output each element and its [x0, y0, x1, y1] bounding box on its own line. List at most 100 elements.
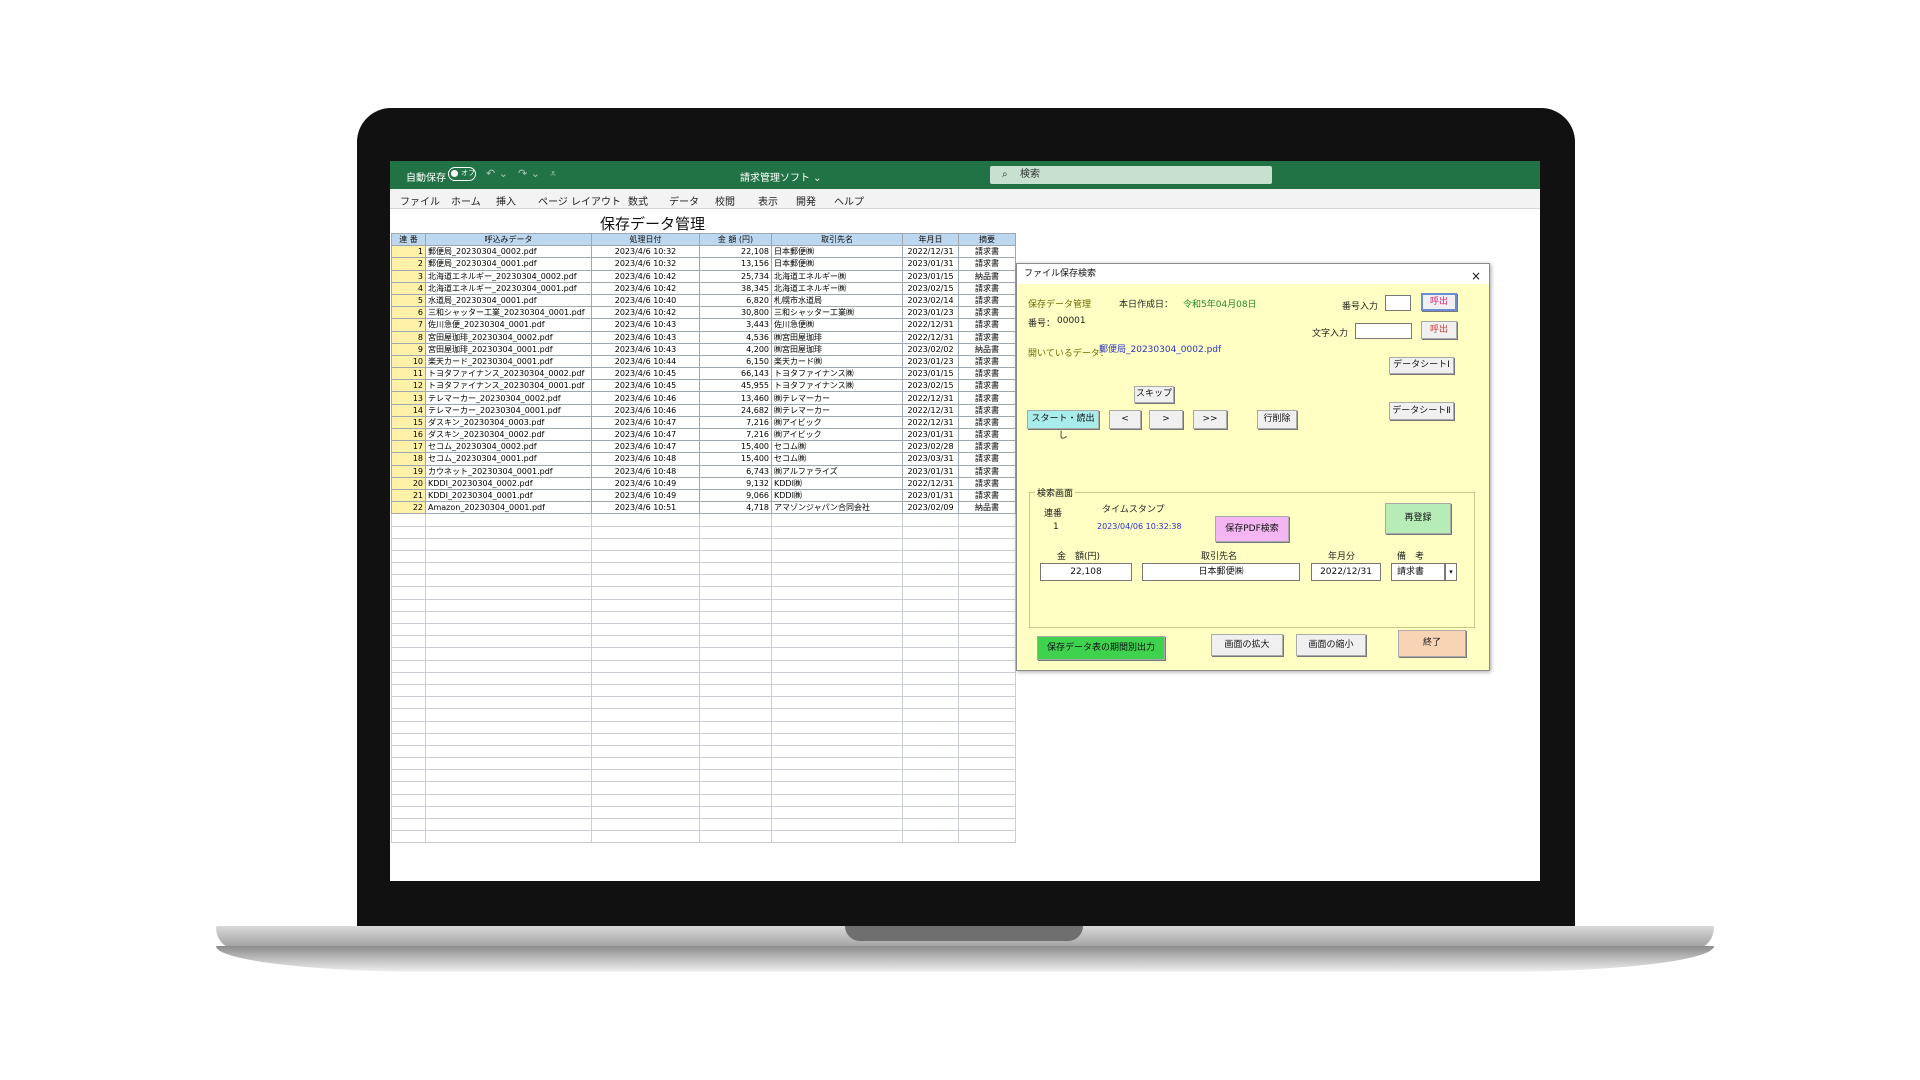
empty-cell[interactable]	[771, 769, 903, 783]
empty-cell[interactable]	[391, 720, 426, 734]
empty-cell[interactable]	[771, 671, 903, 685]
table-cell[interactable]: 北海道エネルギー_20230304_0001.pdf	[425, 281, 592, 295]
empty-cell[interactable]	[591, 830, 700, 844]
empty-cell[interactable]	[699, 598, 772, 612]
empty-cell[interactable]	[771, 708, 903, 722]
empty-row[interactable]	[391, 659, 1016, 673]
table-row[interactable]: 7 佐川急便_20230304_0001.pdf 2023/4/6 10:43 3,4…	[391, 318, 1016, 332]
empty-cell[interactable]	[699, 830, 772, 844]
table-row[interactable]: 21 KDDI_20230304_0001.pdf 2023/4/6 10:49 9,…	[391, 488, 1016, 503]
empty-cell[interactable]	[425, 683, 592, 698]
table-cell[interactable]: 9	[391, 342, 426, 356]
empty-cell[interactable]	[591, 817, 700, 832]
empty-cell[interactable]	[425, 830, 592, 844]
table-cell[interactable]: 13,460	[699, 391, 772, 405]
table-cell[interactable]: 2023/4/6 10:42	[591, 281, 700, 295]
table-cell[interactable]: ㈱アルファライズ	[771, 464, 903, 478]
table-cell[interactable]: 17	[391, 440, 426, 454]
table-cell[interactable]: 請求書	[958, 476, 1016, 490]
empty-row[interactable]	[391, 732, 1016, 746]
empty-cell[interactable]	[591, 732, 700, 746]
menu-insert[interactable]: 挿入	[496, 193, 516, 208]
table-cell[interactable]: 三和シャッター工業㈱	[771, 306, 903, 320]
empty-cell[interactable]	[425, 610, 592, 625]
menu-formulas[interactable]: 数式	[628, 193, 648, 208]
table-cell[interactable]: 25,734	[699, 269, 772, 283]
empty-cell[interactable]	[699, 525, 772, 539]
empty-cell[interactable]	[771, 537, 903, 551]
table-cell[interactable]: 請求書	[958, 367, 1016, 381]
empty-cell[interactable]	[391, 574, 426, 588]
empty-cell[interactable]	[591, 549, 700, 564]
empty-cell[interactable]	[958, 696, 1016, 710]
table-cell[interactable]: 15	[391, 415, 426, 430]
empty-cell[interactable]	[591, 781, 700, 795]
empty-row[interactable]	[391, 683, 1016, 698]
empty-cell[interactable]	[425, 720, 592, 734]
table-cell[interactable]: テレマーカー_20230304_0001.pdf	[425, 403, 592, 417]
table-cell[interactable]: 2023/4/6 10:51	[591, 501, 700, 515]
table-cell[interactable]: 2023/4/6 10:43	[591, 330, 700, 344]
table-cell[interactable]: 2023/01/31	[902, 464, 959, 478]
table-cell[interactable]: 2023/02/15	[902, 281, 959, 295]
table-cell[interactable]: 13	[391, 391, 426, 405]
table-cell[interactable]: 45,955	[699, 379, 772, 393]
empty-cell[interactable]	[771, 586, 903, 600]
table-cell[interactable]: 佐川急便_20230304_0001.pdf	[425, 318, 592, 332]
empty-row[interactable]	[391, 793, 1016, 807]
empty-cell[interactable]	[425, 635, 592, 649]
table-row[interactable]: 18 セコム_20230304_0001.pdf 2023/4/6 10:48 15,…	[391, 452, 1016, 466]
export-button[interactable]: 保存データ表の期間別出力	[1037, 636, 1165, 660]
empty-cell[interactable]	[391, 513, 426, 527]
empty-cell[interactable]	[391, 683, 426, 698]
empty-cell[interactable]	[771, 610, 903, 625]
table-cell[interactable]: 2022/12/31	[902, 476, 959, 490]
table-cell[interactable]: 22	[391, 501, 426, 515]
empty-row[interactable]	[391, 525, 1016, 539]
header-amount[interactable]: 金 額 (円)	[699, 232, 772, 247]
redo-icon[interactable]: ↷ ⌄	[518, 167, 540, 180]
table-cell[interactable]: 2023/4/6 10:45	[591, 367, 700, 381]
menu-help[interactable]: ヘルプ	[834, 193, 864, 208]
empty-cell[interactable]	[699, 744, 772, 759]
table-cell[interactable]: KDDI㈱	[771, 488, 903, 503]
call-text-button[interactable]: 呼出	[1421, 321, 1457, 339]
table-cell[interactable]: 6,743	[699, 464, 772, 478]
empty-cell[interactable]	[771, 817, 903, 832]
empty-cell[interactable]	[699, 793, 772, 807]
menu-view[interactable]: 表示	[758, 193, 778, 208]
empty-cell[interactable]	[958, 793, 1016, 807]
table-cell[interactable]: 佐川急便㈱	[771, 318, 903, 332]
empty-cell[interactable]	[425, 769, 592, 783]
table-cell[interactable]: 2023/02/02	[902, 342, 959, 356]
empty-cell[interactable]	[699, 805, 772, 820]
empty-row[interactable]	[391, 769, 1016, 783]
table-cell[interactable]: 6,150	[699, 354, 772, 369]
empty-cell[interactable]	[902, 769, 959, 783]
empty-row[interactable]	[391, 598, 1016, 612]
empty-cell[interactable]	[391, 817, 426, 832]
table-cell[interactable]: 水道局_20230304_0001.pdf	[425, 293, 592, 308]
empty-cell[interactable]	[902, 562, 959, 576]
empty-cell[interactable]	[391, 671, 426, 685]
start-read-button[interactable]: スタート・読出し	[1027, 410, 1099, 441]
empty-cell[interactable]	[771, 525, 903, 539]
table-row[interactable]: 6 三和シャッター工業_20230304_0001.pdf 2023/4/6 10:…	[391, 306, 1016, 320]
empty-cell[interactable]	[391, 732, 426, 746]
empty-cell[interactable]	[771, 744, 903, 759]
table-cell[interactable]: 2023/4/6 10:44	[591, 354, 700, 369]
table-cell[interactable]: 請求書	[958, 427, 1016, 442]
empty-cell[interactable]	[699, 671, 772, 685]
empty-cell[interactable]	[902, 830, 959, 844]
table-cell[interactable]: 請求書	[958, 440, 1016, 454]
amount-field[interactable]: 22,108	[1040, 563, 1132, 581]
empty-cell[interactable]	[591, 598, 700, 612]
table-cell[interactable]: 2023/4/6 10:49	[591, 476, 700, 490]
empty-cell[interactable]	[699, 696, 772, 710]
table-cell[interactable]: 請求書	[958, 330, 1016, 344]
empty-row[interactable]	[391, 744, 1016, 759]
empty-cell[interactable]	[902, 574, 959, 588]
empty-cell[interactable]	[591, 671, 700, 685]
empty-cell[interactable]	[425, 525, 592, 539]
table-cell[interactable]: 2023/02/09	[902, 501, 959, 515]
